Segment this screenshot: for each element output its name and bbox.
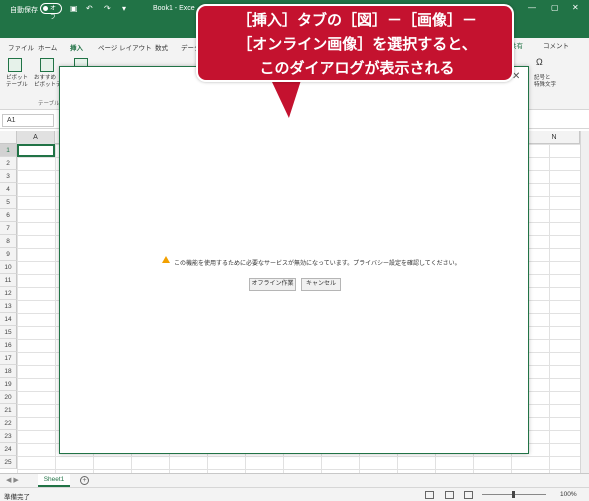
maximize-icon[interactable]: ▢	[551, 3, 559, 12]
add-sheet-icon[interactable]: +	[80, 476, 89, 485]
row-header[interactable]: 17	[0, 352, 17, 365]
select-all-corner[interactable]	[0, 131, 17, 144]
row-header[interactable]: 15	[0, 326, 17, 339]
column-header-n[interactable]: N	[528, 131, 580, 144]
recommended-pivot-icon[interactable]	[40, 58, 54, 72]
close-window-icon[interactable]: ✕	[572, 3, 579, 12]
row-header[interactable]: 24	[0, 443, 17, 456]
pivot-table-label: ピボット テーブル	[6, 75, 29, 88]
minimize-icon[interactable]: —	[528, 3, 536, 12]
row-header[interactable]: 8	[0, 235, 17, 248]
autosave-label: 自動保存	[10, 7, 38, 14]
row-header[interactable]: 7	[0, 222, 17, 235]
window-title: Book1 - Exce	[153, 5, 195, 12]
row-header[interactable]: 23	[0, 430, 17, 443]
name-box[interactable]: A1	[2, 114, 54, 127]
row-header[interactable]: 19	[0, 378, 17, 391]
vertical-scrollbar[interactable]	[580, 131, 589, 473]
ribbon-group-tables: テーブル	[38, 101, 60, 107]
cancel-button[interactable]: キャンセル	[301, 278, 341, 291]
row-header[interactable]: 3	[0, 170, 17, 183]
row-header[interactable]: 10	[0, 261, 17, 274]
sheet-nav-arrows-icon[interactable]: ◀ ▶	[6, 476, 19, 484]
tab-formulas[interactable]: 数式	[155, 42, 168, 52]
row-header[interactable]: 1	[0, 144, 17, 157]
symbols-label: 記号と 特殊文字	[534, 75, 557, 88]
sheet-tab-sheet1[interactable]: Sheet1	[38, 474, 70, 487]
save-icon[interactable]: ▣	[70, 4, 78, 13]
row-header[interactable]: 20	[0, 391, 17, 404]
row-header[interactable]: 18	[0, 365, 17, 378]
row-header[interactable]: 21	[0, 404, 17, 417]
undo-icon[interactable]: ↶	[86, 4, 93, 13]
online-pictures-dialog: ✕ この機能を使用するために必要なサービスが無効になっています。プライバシー設定…	[59, 66, 529, 454]
row-header[interactable]: 2	[0, 157, 17, 170]
row-header[interactable]: 6	[0, 209, 17, 222]
dialog-message: この機能を使用するために必要なサービスが無効になっています。プライバシー設定を確…	[174, 261, 461, 267]
row-header[interactable]: 5	[0, 196, 17, 209]
row-header[interactable]: 16	[0, 339, 17, 352]
row-header[interactable]: 4	[0, 183, 17, 196]
work-offline-button[interactable]: オフライン作業	[249, 278, 296, 291]
page-break-view-icon[interactable]	[464, 491, 473, 499]
row-header[interactable]: 22	[0, 417, 17, 430]
pivot-table-icon[interactable]	[8, 58, 22, 72]
tab-file[interactable]: ファイル	[8, 42, 34, 52]
callout-annotation: ［挿入］タブの［図］－［画像］－ ［オンライン画像］を選択すると、 このダイアロ…	[196, 4, 514, 82]
row-header[interactable]: 12	[0, 287, 17, 300]
autosave-toggle[interactable]: オフ	[40, 3, 62, 21]
tab-insert[interactable]: 挿入	[70, 42, 83, 56]
row-headers: 1 2 3 4 5 6 7 8 9 10 11 12 13 14 15 16 1…	[0, 144, 17, 469]
zoom-level[interactable]: 100%	[560, 491, 577, 498]
callout-line-1: ［挿入］タブの［図］－［画像］－	[236, 11, 477, 29]
row-header[interactable]: 9	[0, 248, 17, 261]
page-layout-view-icon[interactable]	[445, 491, 454, 499]
column-header-a[interactable]: A	[17, 131, 55, 144]
tab-home[interactable]: ホーム	[38, 42, 57, 52]
comment-button[interactable]: コメント	[543, 40, 569, 50]
warning-icon	[162, 256, 170, 263]
row-header[interactable]: 13	[0, 300, 17, 313]
status-bar: 準備完了 100%	[0, 487, 589, 501]
redo-icon[interactable]: ↷	[104, 4, 111, 13]
sheet-bar: ◀ ▶ Sheet1 +	[0, 473, 589, 487]
callout-line-2: ［オンライン画像］を選択すると、	[237, 35, 477, 53]
omega-icon[interactable]: Ω	[536, 58, 543, 67]
zoom-slider[interactable]	[482, 491, 546, 498]
callout-line-3: このダイアログが表示される	[259, 59, 455, 77]
row-header[interactable]: 11	[0, 274, 17, 287]
selected-cell-a1[interactable]	[17, 144, 55, 157]
row-header[interactable]: 14	[0, 313, 17, 326]
status-ready: 準備完了	[4, 494, 30, 501]
customize-qat-icon[interactable]: ▾	[122, 4, 126, 13]
row-header[interactable]: 25	[0, 456, 17, 469]
normal-view-icon[interactable]	[425, 491, 434, 499]
tab-page-layout[interactable]: ページ レイアウト	[98, 42, 152, 52]
